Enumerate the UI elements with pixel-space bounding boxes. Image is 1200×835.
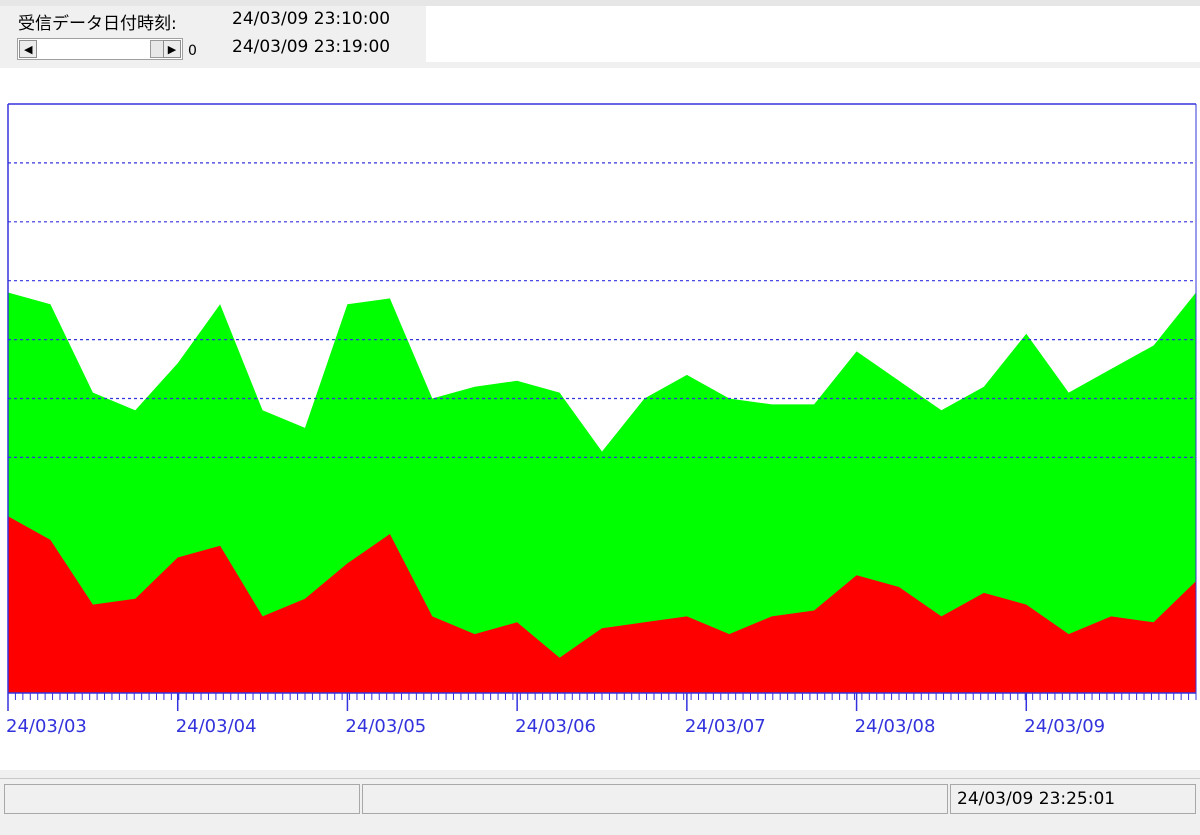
status-bar: 24/03/09 23:25:01: [0, 778, 1200, 835]
status-datetime: 24/03/09 23:25:01: [950, 784, 1196, 814]
x-tick-label-4: 24/03/07: [685, 716, 766, 737]
arrow-right-icon: ▶: [167, 42, 177, 56]
scroll-right-button[interactable]: ▶: [163, 40, 181, 58]
time-end: 24/03/09 23:19:00: [232, 37, 391, 57]
x-tick-label-3: 24/03/06: [515, 716, 596, 737]
status-cell-1: [4, 784, 360, 814]
header-panel: 受信データ日付時刻: 24/03/09 23:10:00 ▶ ▶ 0 24/03…: [8, 6, 426, 62]
arrow-left-icon: ▶: [23, 42, 33, 56]
top-blank-area: [426, 6, 1200, 62]
chart-area: 24/03/03 24/03/04 24/03/05 24/03/06 24/03/07…: [0, 68, 1200, 770]
x-tick-label-5: 24/03/08: [855, 716, 936, 737]
x-tick-label-6: 24/03/09: [1024, 716, 1105, 737]
received-datetime-label: 受信データ日付時刻:: [18, 14, 177, 34]
chart-svg: 24/03/03 24/03/04 24/03/05 24/03/06 24/03/07…: [6, 103, 1197, 737]
x-tick-label-0: 24/03/03: [6, 716, 87, 737]
scroll-thumb[interactable]: [150, 40, 164, 58]
x-tick-label-1: 24/03/04: [176, 716, 257, 737]
time-scrollbar[interactable]: ▶ ▶: [17, 38, 183, 60]
x-tick-label-2: 24/03/05: [345, 716, 426, 737]
scroll-left-button[interactable]: ▶: [19, 40, 37, 58]
status-cell-2: [362, 784, 948, 814]
time-start: 24/03/09 23:10:00: [232, 9, 391, 29]
scroll-value: 0: [188, 43, 197, 59]
